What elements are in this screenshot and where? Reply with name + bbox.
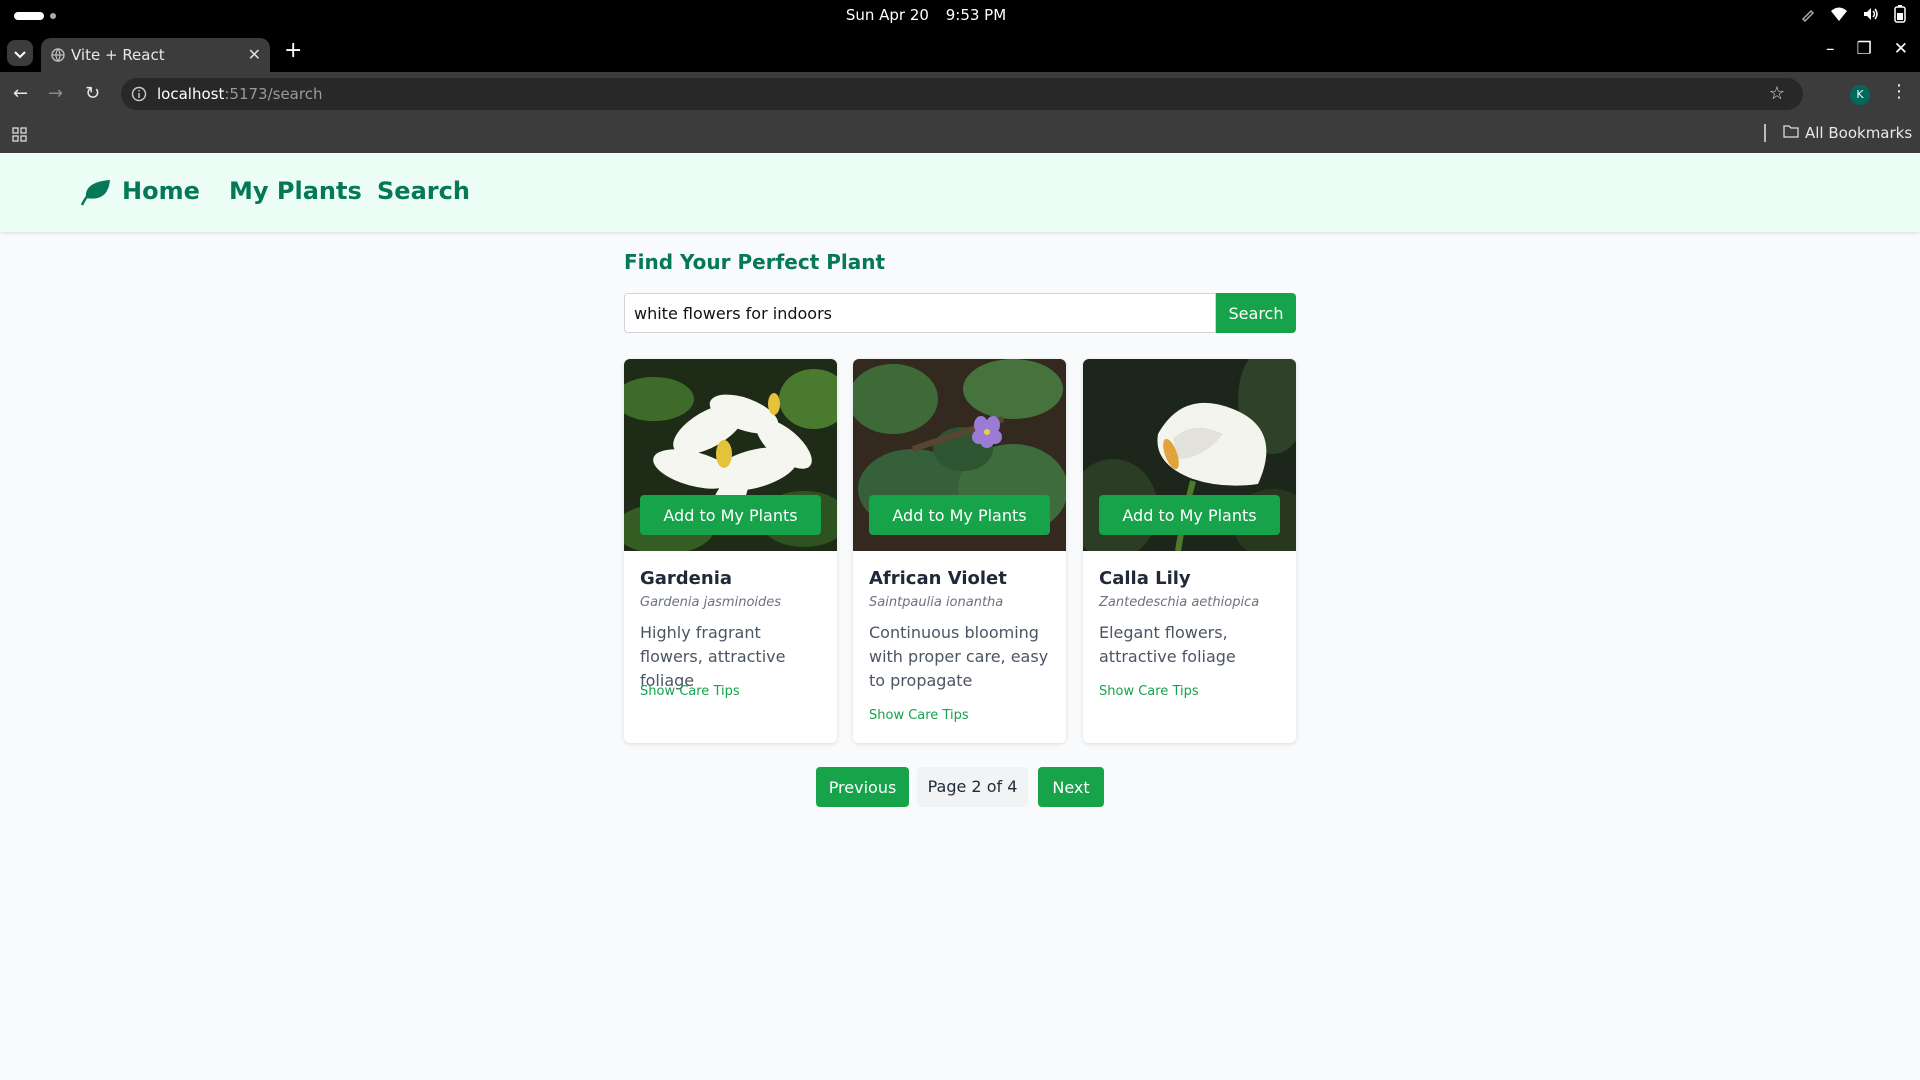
pen-icon [1800, 6, 1816, 22]
os-time: 9:53 PM [945, 6, 1007, 24]
os-clock[interactable]: Sun Apr 20 9:53 PM [0, 6, 1852, 24]
app-navbar: Home My Plants Search [0, 153, 1920, 232]
browser-tab-strip: Vite + React ✕ + – ❐ ✕ [0, 31, 1920, 72]
add-to-my-plants-button[interactable]: Add to My Plants [869, 495, 1050, 535]
bookmark-star-icon[interactable]: ☆ [1769, 83, 1785, 104]
page-title: Find Your Perfect Plant [624, 250, 886, 274]
volume-icon [1862, 6, 1880, 22]
search-button[interactable]: Search [1216, 293, 1296, 333]
bookmarks-separator [1764, 124, 1766, 142]
tab-search-button[interactable] [7, 40, 33, 66]
nav-my-plants-link[interactable]: My Plants [229, 177, 362, 205]
all-bookmarks-label: All Bookmarks [1805, 124, 1913, 142]
search-input[interactable] [624, 293, 1216, 333]
globe-icon [51, 48, 65, 66]
forward-arrow-icon[interactable]: → [48, 83, 63, 104]
browser-tab-active[interactable]: Vite + React ✕ [41, 38, 270, 72]
restore-icon[interactable]: ❐ [1857, 39, 1872, 59]
url-host: localhost [157, 85, 225, 103]
tab-title: Vite + React [71, 46, 165, 64]
plant-description: Elegant flowers, attractive foliage [1099, 623, 1236, 666]
battery-icon [1894, 5, 1906, 23]
system-tray[interactable] [1800, 5, 1906, 23]
plant-card: Add to My Plants Calla Lily Zantedeschia… [1083, 359, 1296, 743]
url-text: localhost:5173/search [157, 85, 322, 103]
bookmarks-bar: All Bookmarks [0, 116, 1920, 153]
profile-avatar[interactable]: K [1850, 85, 1870, 105]
folder-icon [1783, 124, 1799, 142]
all-bookmarks-button[interactable]: All Bookmarks [1783, 124, 1912, 142]
previous-page-button[interactable]: Previous [816, 767, 909, 807]
reload-icon[interactable]: ↻ [85, 83, 100, 104]
apps-grid-icon[interactable] [12, 127, 27, 146]
address-bar[interactable]: localhost:5173/search ☆ [121, 78, 1803, 110]
back-arrow-icon[interactable]: ← [13, 83, 28, 104]
add-to-my-plants-button[interactable]: Add to My Plants [640, 495, 821, 535]
browser-toolbar: ← → ↻ localhost:5173/search ☆ K ⋮ [0, 72, 1920, 116]
next-page-button[interactable]: Next [1038, 767, 1104, 807]
nav-search-link[interactable]: Search [377, 177, 470, 205]
plant-scientific-name: Zantedeschia aethiopica [1099, 595, 1260, 610]
plant-card: Add to My Plants Gardenia Gardenia jasmi… [624, 359, 837, 743]
leaf-icon [80, 178, 112, 210]
plant-description: Continuous blooming with proper care, ea… [869, 623, 1049, 690]
minimize-icon[interactable]: – [1826, 39, 1835, 59]
plant-name: African Violet [869, 568, 1007, 589]
window-controls: – ❐ ✕ [1826, 39, 1908, 59]
plant-scientific-name: Gardenia jasminoides [640, 595, 782, 610]
os-top-bar: Sun Apr 20 9:53 PM [0, 0, 1920, 31]
plant-card: Add to My Plants African Violet Saintpau… [853, 359, 1066, 743]
show-care-tips-link[interactable]: Show Care Tips [1099, 684, 1199, 699]
page-indicator: Page 2 of 4 [917, 767, 1028, 807]
new-tab-button[interactable]: + [284, 38, 302, 63]
os-date: Sun Apr 20 [845, 6, 929, 24]
site-info-icon[interactable] [131, 86, 147, 106]
plant-name: Calla Lily [1099, 568, 1191, 589]
add-to-my-plants-button[interactable]: Add to My Plants [1099, 495, 1280, 535]
plant-description: Highly fragrant flowers, attractive foli… [640, 623, 786, 690]
plant-name: Gardenia [640, 568, 733, 589]
wifi-icon [1830, 6, 1848, 22]
close-window-icon[interactable]: ✕ [1894, 39, 1908, 59]
url-path: :5173/search [224, 85, 323, 103]
show-care-tips-link[interactable]: Show Care Tips [869, 708, 969, 723]
nav-home-link[interactable]: Home [122, 177, 200, 205]
close-tab-icon[interactable]: ✕ [248, 45, 261, 64]
show-care-tips-link[interactable]: Show Care Tips [640, 684, 740, 699]
browser-menu-icon[interactable]: ⋮ [1890, 81, 1908, 102]
plant-scientific-name: Saintpaulia ionantha [869, 595, 1004, 610]
search-form: Search [624, 293, 1296, 335]
chevron-down-icon [14, 44, 26, 63]
